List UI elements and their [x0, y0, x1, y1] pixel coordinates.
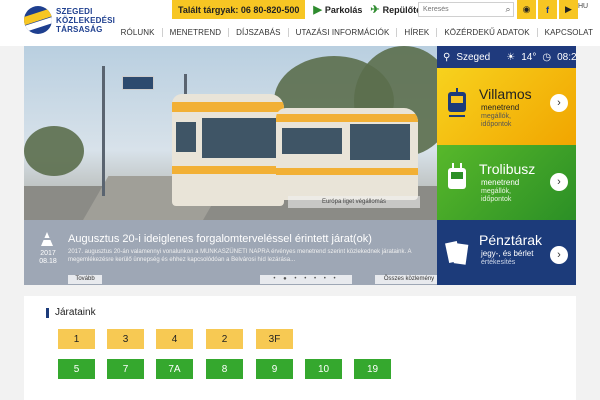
trolleybus-timetable-panel[interactable]: Trolibusz menetrend megállók, időpontok … [437, 145, 576, 220]
news-date-day: 08.18 [39, 258, 57, 265]
panel-detail: megállók, [481, 188, 511, 195]
tram-icon [448, 88, 466, 117]
tram-line-button[interactable]: 4 [156, 329, 193, 349]
trolley-line-button[interactable]: 10 [305, 359, 342, 379]
trolleybus-icon [448, 163, 466, 189]
language-label: HU [578, 3, 589, 10]
facebook-glyph: f [546, 4, 549, 15]
tram-line-button[interactable]: 1 [58, 329, 95, 349]
chevron-right-icon[interactable]: › [550, 94, 568, 112]
panel-title: Pénztárak [479, 232, 543, 248]
trolley-line-button[interactable]: 19 [354, 359, 391, 379]
chevron-right-icon[interactable]: › [550, 173, 568, 191]
accessibility-icon[interactable]: ◉ [517, 0, 536, 19]
nav-item-news[interactable]: HÍREK [396, 27, 436, 37]
news-more-button[interactable]: Tovább [68, 275, 102, 284]
trolley-line-button[interactable]: 7 [107, 359, 144, 379]
panel-title: Trolibusz [479, 161, 536, 177]
header: SZEGEDI KÖZLEKEDÉSI TÁRSASÁG Talált tárg… [0, 0, 600, 46]
trolley-line-button[interactable]: 9 [256, 359, 293, 379]
nav-item-contact[interactable]: KAPCSOLAT [536, 27, 600, 37]
traffic-cone-icon [41, 232, 53, 246]
chevron-right-icon[interactable]: › [550, 246, 568, 264]
hero-caption-text: Európa liget végállomás [321, 199, 387, 205]
sun-icon: ☀ [506, 51, 516, 63]
news-title[interactable]: Augusztus 20-i ideiglenes forgalomtervel… [68, 233, 372, 245]
hero-pole [102, 66, 105, 196]
news-text: 2017. augusztus 20-án valamennyi vonalun… [68, 249, 412, 263]
tram-line-button[interactable]: 2 [206, 329, 243, 349]
language-selector[interactable]: HU [578, 3, 588, 10]
location-pin-icon: ⚲ [443, 51, 451, 63]
airplane-icon: ✈ [370, 4, 380, 16]
news-pager[interactable]: • ● • • • • • [260, 275, 352, 284]
logo-line: KÖZLEKEDÉSI [56, 15, 116, 25]
lines-title: Járataink [46, 308, 96, 318]
hero-tram [276, 108, 418, 200]
logo-line: TÁRSASÁG [56, 24, 103, 34]
news-banner: 2017 08.18 Augusztus 20-i ideiglenes for… [24, 220, 443, 285]
logo-text: SZEGEDI KÖZLEKEDÉSI TÁRSASÁG [56, 7, 115, 34]
news-date-year: 2017 [40, 250, 56, 257]
logo[interactable]: SZEGEDI KÖZLEKEDÉSI TÁRSASÁG [24, 6, 115, 34]
weather-city: Szeged [456, 51, 491, 63]
youtube-icon[interactable]: ▶ [559, 0, 578, 19]
panel-detail: megállók, [481, 113, 511, 120]
nav-item-about[interactable]: RÓLUNK [114, 28, 162, 37]
logo-mark-icon [24, 6, 52, 34]
trolley-line-button[interactable]: 7A [156, 359, 193, 379]
hero-slider[interactable]: Európa liget végállomás [24, 46, 437, 220]
nav-item-travel-info[interactable]: UTAZÁSI INFORMÁCIÓK [287, 27, 397, 37]
weather-time: 08:26 [557, 51, 576, 63]
parking-icon: ▶ [313, 4, 322, 16]
nav-item-fares[interactable]: DÍJSZABÁS [228, 27, 287, 37]
panel-subtitle: menetrend [481, 178, 520, 187]
tram-timetable-panel[interactable]: Villamos menetrend megállók, időpontok › [437, 68, 576, 145]
trolley-line-button[interactable]: 8 [206, 359, 243, 379]
panel-detail: értékesítés [481, 259, 516, 266]
nav-item-timetable[interactable]: MENETREND [161, 27, 229, 37]
panel-detail: időpontok [481, 121, 512, 128]
hero-caption[interactable]: Európa liget végállomás [288, 196, 420, 208]
hero-tram [172, 94, 284, 206]
panel-subtitle: jegy-, és bérlet [481, 249, 534, 258]
tram-line-button[interactable]: 3F [256, 329, 293, 349]
weather-bar: ⚲ Szeged ☀ 14° ◷ 08:26 [437, 46, 576, 68]
panel-detail: időpontok [481, 196, 512, 203]
hotline-label: Talált tárgyak: 06 80-820-500 [178, 4, 300, 15]
facebook-icon[interactable]: f [538, 0, 557, 19]
lost-found-hotline[interactable]: Talált tárgyak: 06 80-820-500 [172, 0, 306, 19]
trolley-line-button[interactable]: 5 [58, 359, 95, 379]
logo-line: SZEGEDI [56, 6, 93, 16]
weather-temperature: 14° [521, 51, 537, 63]
quick-link-label: Parkolás [324, 4, 363, 15]
nav-item-public-data[interactable]: KÖZÉRDEKŰ ADATOK [436, 27, 536, 37]
panel-subtitle: menetrend [481, 103, 520, 112]
search-icon[interactable]: ⌕ [502, 3, 514, 15]
quick-link-parking[interactable]: ▶ Parkolás [313, 3, 362, 16]
ticket-icon [445, 240, 469, 265]
ticket-office-panel[interactable]: Pénztárak jegy-, és bérlet értékesítés › [437, 220, 576, 285]
lines-section: Járataink 1 3 4 2 3F 5 7 7A 8 9 10 19 [24, 296, 576, 400]
search-input[interactable] [418, 2, 514, 17]
clock-icon: ◷ [542, 51, 552, 63]
tree-shape [24, 126, 84, 176]
top-bar: Talált tárgyak: 06 80-820-500 ▶ Parkolás… [172, 0, 425, 19]
quick-link-airport[interactable]: ✈ Repülőtér [370, 3, 424, 16]
news-date: 2017 08.18 [34, 250, 62, 266]
tram-line-button[interactable]: 3 [107, 329, 144, 349]
all-news-button[interactable]: Összes közlemény [375, 275, 443, 284]
main-nav: RÓLUNK MENETREND DÍJSZABÁS UTAZÁSI INFOR… [114, 26, 600, 38]
hero-stop-sign [122, 76, 154, 90]
page: SZEGEDI KÖZLEKEDÉSI TÁRSASÁG Talált tárg… [0, 0, 600, 400]
panel-title: Villamos [479, 86, 532, 102]
